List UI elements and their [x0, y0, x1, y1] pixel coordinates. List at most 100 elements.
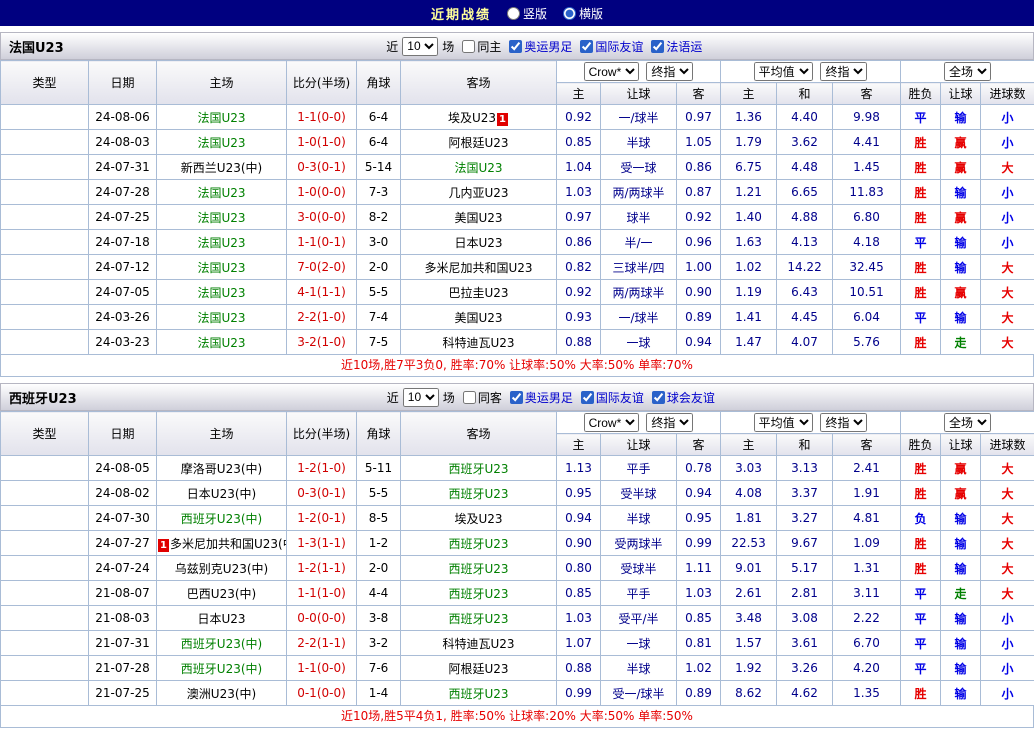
- same-venue-filter[interactable]: 同客: [459, 389, 502, 406]
- competition-filter-1[interactable]: 奥运男足: [506, 389, 573, 406]
- corner-cell: 1-2: [356, 530, 401, 556]
- handicap-result-cell: 赢: [940, 279, 982, 305]
- home-team-cell: 法国U23: [156, 179, 287, 205]
- match-count-select[interactable]: 10: [402, 387, 439, 407]
- handicap-away-odds-cell: 1.11: [675, 555, 722, 581]
- avg-away-odds-cell: 5.76: [832, 329, 902, 355]
- handicap-odds-group-header: Crow* 终指: [555, 411, 722, 434]
- scope-group-header: 全场: [900, 411, 1034, 434]
- average-stage-select[interactable]: 终指: [820, 62, 868, 81]
- average-stage-select[interactable]: 终指: [820, 413, 868, 432]
- col-avg-draw: 和: [776, 82, 834, 105]
- page-title: 近期战绩: [430, 7, 491, 23]
- competition-checkbox-3[interactable]: [651, 39, 665, 53]
- vertical-layout-option[interactable]: 竖版: [506, 5, 547, 22]
- team-name: 法国U23: [197, 335, 246, 350]
- match-result-cell: 平: [900, 630, 942, 656]
- col-result: 胜负: [900, 82, 942, 105]
- avg-home-odds-cell: 1.41: [720, 304, 778, 330]
- avg-home-odds-cell: 1.79: [720, 129, 778, 155]
- competition-checkbox-1[interactable]: [509, 39, 523, 53]
- corner-cell: 4-4: [356, 580, 401, 606]
- away-team-cell: 阿根廷U23: [400, 129, 557, 155]
- team-section: 西班牙U23 近 10 场 同客 奥运男足 国际友谊 球会友谊 类型 日期 主场…: [0, 383, 1034, 728]
- same-venue-label: 同主: [477, 39, 502, 54]
- team-name: 西班牙U23: [448, 686, 509, 701]
- competition-filter-1[interactable]: 奥运男足: [505, 38, 572, 55]
- home-team-cell: 法国U23: [156, 104, 287, 130]
- average-odds-group-header: 平均值 终指: [720, 411, 902, 434]
- odds-provider-select[interactable]: Crow*: [583, 62, 639, 81]
- handicap-result-cell: 输: [940, 304, 982, 330]
- handicap-line-cell: 三球半/四: [600, 254, 677, 280]
- odds-stage-select[interactable]: 终指: [646, 62, 694, 81]
- avg-away-odds-cell: 4.18: [832, 229, 902, 255]
- match-date-cell: 24-07-24: [88, 555, 157, 581]
- team-section: 法国U23 近 10 场 同主 奥运男足 国际友谊 法语运 类型 日期 主场 比…: [0, 32, 1034, 377]
- handicap-home-odds-cell: 1.07: [556, 630, 601, 656]
- avg-away-odds-cell: 9.98: [832, 104, 902, 130]
- avg-away-odds-cell: 4.41: [832, 129, 902, 155]
- fulltime-scope-select[interactable]: 全场: [944, 62, 992, 81]
- col-goals: 进球数: [980, 82, 1034, 105]
- same-venue-filter[interactable]: 同主: [458, 38, 501, 55]
- match-type-cell: 奥运男足: [0, 580, 89, 606]
- team-name: 阿根廷U23: [448, 135, 509, 150]
- goals-result-cell: 大: [980, 279, 1034, 305]
- team-name: 西班牙U23(中): [180, 636, 263, 651]
- odds-stage-select[interactable]: 终指: [646, 413, 694, 432]
- handicap-result-cell: 输: [940, 605, 982, 631]
- odds-provider-select[interactable]: Crow*: [583, 413, 639, 432]
- handicap-away-odds-cell: 0.94: [675, 329, 722, 355]
- handicap-home-odds-cell: 0.85: [556, 129, 601, 155]
- fulltime-scope-select[interactable]: 全场: [944, 413, 992, 432]
- away-team-cell: 西班牙U23: [400, 530, 557, 556]
- same-venue-checkbox[interactable]: [462, 390, 476, 404]
- handicap-home-odds-cell: 0.86: [556, 229, 601, 255]
- handicap-line-cell: 平手: [600, 455, 677, 481]
- average-odds-select[interactable]: 平均值: [753, 413, 813, 432]
- vertical-layout-radio[interactable]: [506, 6, 520, 20]
- match-type-cell: 奥运男足: [0, 530, 89, 556]
- competition-checkbox-3[interactable]: [651, 390, 665, 404]
- match-result-cell: 平: [900, 104, 942, 130]
- match-row: 国际友谊 24-03-23 法国U23 3-2(1-0) 7-5 科特迪瓦U23 0.88 一…: [0, 329, 1034, 355]
- competition-filter-3[interactable]: 球会友谊: [648, 389, 715, 406]
- score-cell: 0-3(0-1): [286, 480, 357, 506]
- team-name: 法国U23: [197, 135, 246, 150]
- scope-group-header: 全场: [900, 60, 1034, 83]
- handicap-result-cell: 输: [940, 680, 982, 706]
- horizontal-layout-radio[interactable]: [563, 6, 576, 20]
- summary-stats: 近10场,胜5平4负1, 胜率:50% 让球率:20% 大率:50% 单率:50…: [0, 706, 1034, 728]
- avg-home-odds-cell: 2.61: [720, 580, 778, 606]
- avg-home-odds-cell: 1.21: [720, 179, 778, 205]
- avg-draw-odds-cell: 4.62: [776, 680, 834, 706]
- home-team-cell: 新西兰U23(中): [156, 154, 287, 180]
- avg-draw-odds-cell: 3.26: [776, 655, 834, 681]
- handicap-result-cell: 输: [940, 179, 982, 205]
- competition-filter-3[interactable]: 法语运: [647, 38, 702, 55]
- results-body: 奥运男足 24-08-06 法国U23 1-1(0-0) 6-4 埃及U23 1 0.92 一/…: [0, 104, 1034, 355]
- match-date-cell: 24-08-02: [88, 480, 157, 506]
- competition-checkbox-2[interactable]: [580, 390, 594, 404]
- home-team-cell: 乌兹别克U23(中): [156, 555, 287, 581]
- match-count-select[interactable]: 10: [402, 36, 439, 56]
- team-name: 多米尼加共和国U23(中): [169, 536, 287, 551]
- score-cell: 1-2(1-0): [286, 455, 357, 481]
- average-odds-select[interactable]: 平均值: [753, 62, 813, 81]
- competition-checkbox-2[interactable]: [580, 39, 594, 53]
- col-score: 比分(半场): [286, 411, 357, 456]
- match-result-cell: 胜: [900, 480, 942, 506]
- horizontal-layout-option[interactable]: 横版: [563, 5, 603, 22]
- competition-checkbox-1[interactable]: [509, 390, 523, 404]
- match-row: 奥运男足 24-08-05 摩洛哥U23(中) 1-2(1-0) 5-11 西班牙U23 1…: [0, 455, 1034, 481]
- avg-draw-odds-cell: 4.13: [776, 229, 834, 255]
- away-team-cell: 几内亚U23: [400, 179, 557, 205]
- col-handicap-result: 让球: [940, 433, 982, 456]
- competition-filter-2[interactable]: 国际友谊: [577, 389, 644, 406]
- match-date-cell: 24-07-31: [88, 154, 157, 180]
- team-name: 日本U23: [197, 611, 246, 626]
- competition-filter-2[interactable]: 国际友谊: [576, 38, 643, 55]
- handicap-result-cell: 输: [940, 555, 982, 581]
- same-venue-checkbox[interactable]: [462, 39, 476, 53]
